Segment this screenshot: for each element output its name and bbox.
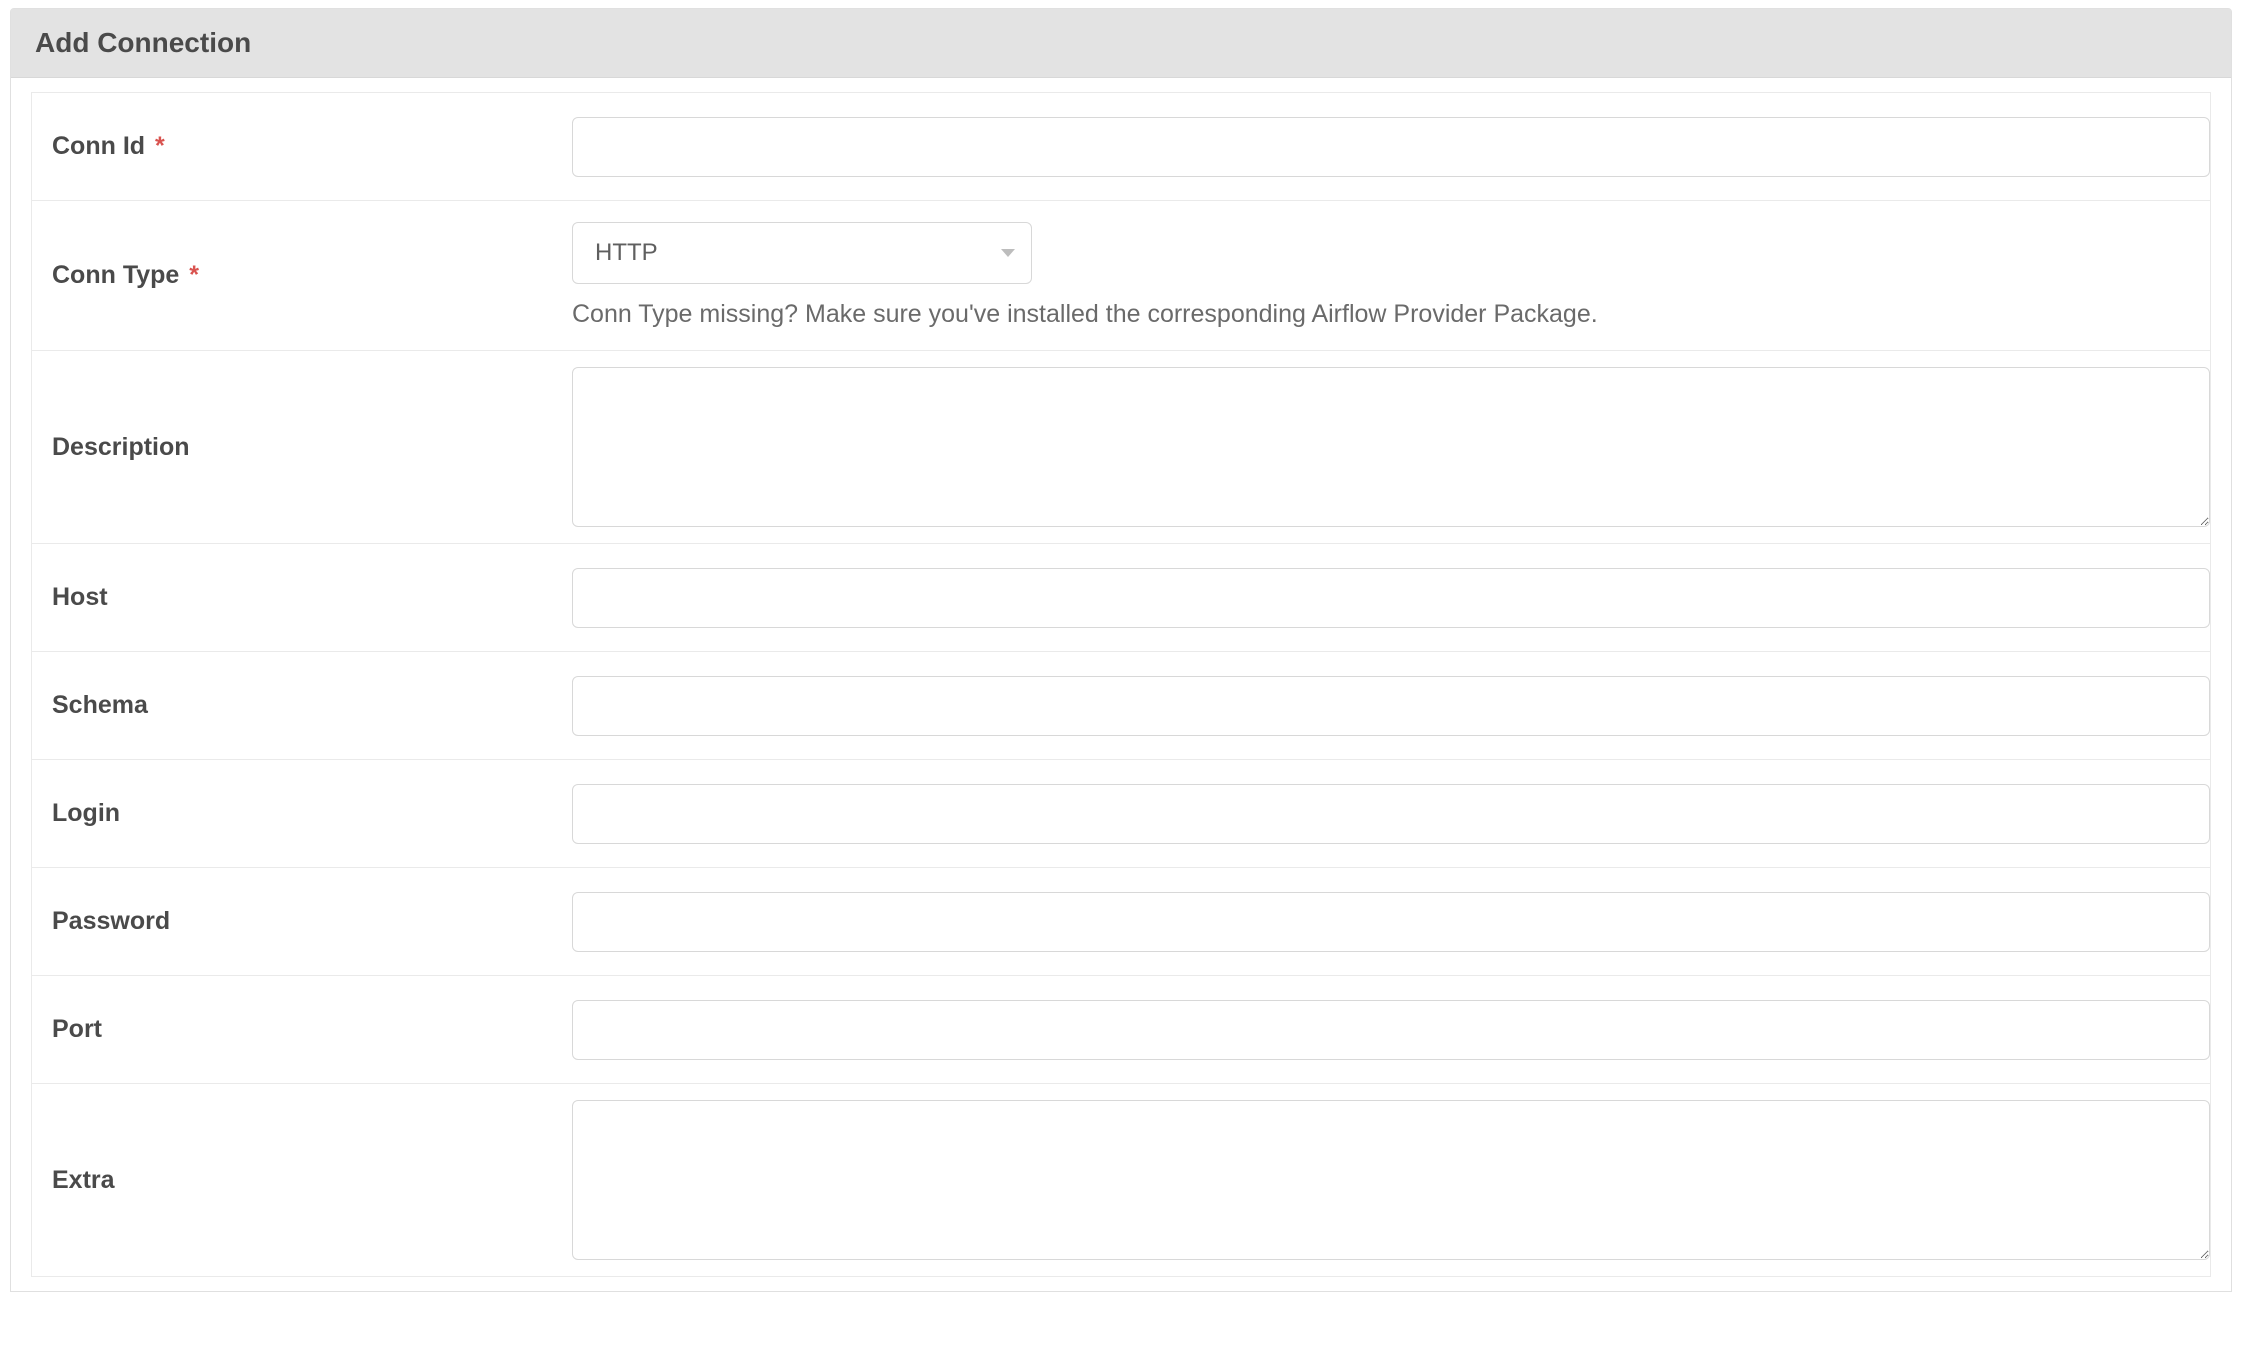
row-host: Host	[32, 544, 2210, 652]
input-cell-description	[572, 367, 2210, 527]
input-cell-password	[572, 892, 2210, 952]
input-cell-extra	[572, 1100, 2210, 1260]
row-port: Port	[32, 976, 2210, 1084]
input-cell-conn-id	[572, 117, 2210, 177]
label-conn-type-text: Conn Type	[52, 261, 179, 289]
label-password: Password	[32, 907, 572, 936]
input-cell-port	[572, 1000, 2210, 1060]
schema-input[interactable]	[572, 676, 2210, 736]
label-host: Host	[32, 583, 572, 612]
panel-title: Add Connection	[11, 9, 2231, 78]
form-table: Conn Id * Conn Type * HTTP	[31, 92, 2211, 1277]
row-password: Password	[32, 868, 2210, 976]
label-conn-type: Conn Type *	[32, 261, 572, 290]
label-login: Login	[32, 799, 572, 828]
row-extra: Extra	[32, 1084, 2210, 1276]
label-conn-id-text: Conn Id	[52, 132, 145, 160]
conn-type-select[interactable]: HTTP	[572, 222, 1032, 284]
label-conn-id: Conn Id *	[32, 132, 572, 161]
host-input[interactable]	[572, 568, 2210, 628]
row-conn-type: Conn Type * HTTP Conn Type missing? Make…	[32, 201, 2210, 351]
conn-id-input[interactable]	[572, 117, 2210, 177]
extra-textarea[interactable]	[572, 1100, 2210, 1260]
add-connection-panel: Add Connection Conn Id * Conn Type	[10, 8, 2232, 1292]
row-description: Description	[32, 351, 2210, 544]
required-star-icon: *	[189, 261, 199, 289]
row-login: Login	[32, 760, 2210, 868]
input-cell-login	[572, 784, 2210, 844]
input-cell-schema	[572, 676, 2210, 736]
panel-body: Conn Id * Conn Type * HTTP	[11, 78, 2231, 1291]
label-port: Port	[32, 1015, 572, 1044]
input-cell-host	[572, 568, 2210, 628]
label-extra: Extra	[32, 1166, 572, 1195]
row-conn-id: Conn Id *	[32, 93, 2210, 201]
label-schema: Schema	[32, 691, 572, 720]
chevron-down-icon	[1001, 249, 1015, 257]
description-textarea[interactable]	[572, 367, 2210, 527]
input-cell-conn-type: HTTP Conn Type missing? Make sure you've…	[572, 222, 2210, 329]
page-wrapper: Add Connection Conn Id * Conn Type	[0, 8, 2242, 1292]
conn-type-help-text: Conn Type missing? Make sure you've inst…	[572, 300, 2210, 329]
port-input[interactable]	[572, 1000, 2210, 1060]
row-schema: Schema	[32, 652, 2210, 760]
login-input[interactable]	[572, 784, 2210, 844]
password-input[interactable]	[572, 892, 2210, 952]
required-star-icon: *	[155, 132, 165, 160]
conn-type-selected-value: HTTP	[595, 239, 658, 267]
label-description: Description	[32, 433, 572, 462]
